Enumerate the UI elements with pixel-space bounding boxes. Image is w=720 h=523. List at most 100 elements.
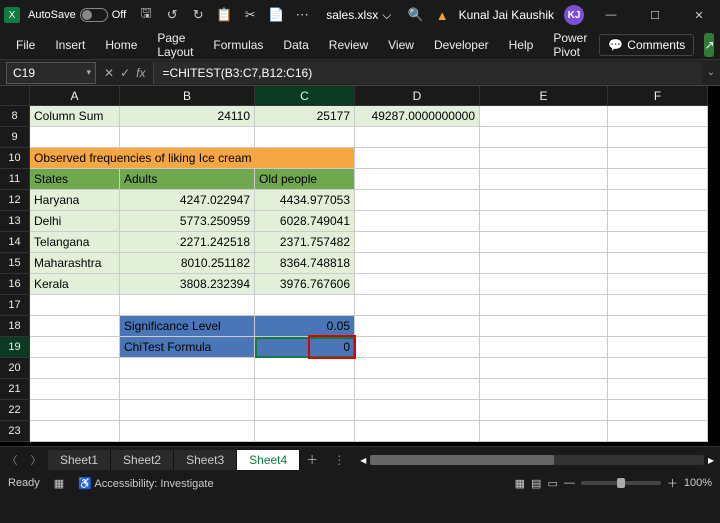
cell[interactable] (480, 295, 608, 316)
cell-selected[interactable]: 0 (255, 337, 355, 358)
col-header-d[interactable]: D (355, 86, 480, 106)
next-sheet-button[interactable]: 〉 (24, 452, 48, 468)
row-header[interactable]: 8 (0, 106, 30, 127)
cell[interactable] (608, 190, 708, 211)
cell[interactable] (355, 274, 480, 295)
cell[interactable] (480, 379, 608, 400)
cell[interactable] (480, 106, 608, 127)
row-header[interactable]: 18 (0, 316, 30, 337)
tab-help[interactable]: Help (501, 34, 542, 56)
cell[interactable] (120, 127, 255, 148)
cell[interactable] (608, 421, 708, 442)
cell[interactable] (480, 421, 608, 442)
fx-icon[interactable]: fx (136, 66, 145, 80)
cell[interactable] (255, 400, 355, 421)
tab-file[interactable]: File (8, 34, 43, 56)
cell[interactable] (608, 337, 708, 358)
cell[interactable] (608, 253, 708, 274)
sheet-tab-active[interactable]: Sheet4 (237, 450, 300, 470)
col-header-a[interactable]: A (30, 86, 120, 106)
row-header[interactable]: 17 (0, 295, 30, 316)
cell[interactable] (480, 169, 608, 190)
row-header[interactable]: 21 (0, 379, 30, 400)
cell[interactable]: 2371.757482 (255, 232, 355, 253)
cell[interactable]: Maharashtra (30, 253, 120, 274)
tab-formulas[interactable]: Formulas (205, 34, 271, 56)
more-icon[interactable]: ⋯ (292, 5, 312, 25)
cell[interactable] (355, 253, 480, 274)
cell-merged-title[interactable]: Observed frequencies of liking Ice cream (30, 148, 355, 169)
zoom-in-button[interactable]: ＋ (667, 475, 678, 491)
row-header[interactable]: 11 (0, 169, 30, 190)
col-header-b[interactable]: B (120, 86, 255, 106)
cell[interactable] (30, 337, 120, 358)
cell[interactable]: 3976.767606 (255, 274, 355, 295)
cell[interactable] (480, 274, 608, 295)
cell[interactable] (120, 421, 255, 442)
cell[interactable] (120, 295, 255, 316)
row-header[interactable]: 14 (0, 232, 30, 253)
warning-icon[interactable]: ▲ (436, 8, 449, 23)
cell[interactable]: Adults (120, 169, 255, 190)
cell[interactable] (608, 106, 708, 127)
formula-input[interactable]: =CHITEST(B3:C7,B12:C16) (153, 62, 702, 84)
cell[interactable] (480, 253, 608, 274)
cell[interactable] (355, 337, 480, 358)
col-header-f[interactable]: F (608, 86, 708, 106)
cell[interactable] (608, 169, 708, 190)
share-button[interactable]: ↗ (704, 33, 714, 57)
cell[interactable] (608, 211, 708, 232)
cell[interactable] (255, 127, 355, 148)
cell[interactable] (120, 400, 255, 421)
tab-power-pivot[interactable]: Power Pivot (545, 27, 595, 63)
row-header[interactable]: 12 (0, 190, 30, 211)
cell[interactable] (480, 148, 608, 169)
cell[interactable] (120, 379, 255, 400)
cell[interactable]: 0.05 (255, 316, 355, 337)
cell[interactable]: 4247.022947 (120, 190, 255, 211)
sheet-tab[interactable]: Sheet1 (48, 450, 111, 470)
cell[interactable] (480, 127, 608, 148)
cell[interactable]: 3808.232394 (120, 274, 255, 295)
tab-data[interactable]: Data (275, 34, 316, 56)
cell[interactable]: 2271.242518 (120, 232, 255, 253)
accessibility-status[interactable]: ♿ Accessibility: Investigate (78, 477, 213, 490)
cell[interactable]: 8010.251182 (120, 253, 255, 274)
zoom-level[interactable]: 100% (684, 477, 712, 489)
cell[interactable] (355, 316, 480, 337)
cell[interactable]: 49287.0000000000 (355, 106, 480, 127)
user-avatar[interactable]: KJ (564, 5, 584, 25)
row-header[interactable]: 20 (0, 358, 30, 379)
cell[interactable] (355, 190, 480, 211)
cell[interactable]: 6028.749041 (255, 211, 355, 232)
cell[interactable] (480, 232, 608, 253)
view-page-icon[interactable]: ▤ (531, 477, 541, 490)
stats-icon[interactable]: ▦ (54, 477, 64, 490)
cell[interactable] (255, 295, 355, 316)
row-header[interactable]: 19 (0, 337, 30, 358)
scroll-right-icon[interactable]: ▸ (708, 453, 714, 467)
redo-icon[interactable]: ↻ (188, 5, 208, 25)
cell[interactable] (355, 400, 480, 421)
paste-icon[interactable]: 📄 (266, 5, 286, 25)
cell[interactable] (30, 379, 120, 400)
cell[interactable] (255, 421, 355, 442)
tab-review[interactable]: Review (321, 34, 376, 56)
row-header[interactable]: 16 (0, 274, 30, 295)
cell[interactable] (608, 295, 708, 316)
cell[interactable]: Column Sum (30, 106, 120, 127)
view-normal-icon[interactable]: ▦ (515, 477, 525, 490)
cell[interactable]: ChiTest Formula (120, 337, 255, 358)
cell[interactable] (480, 400, 608, 421)
cell[interactable] (608, 232, 708, 253)
cell[interactable] (255, 379, 355, 400)
cell[interactable] (30, 358, 120, 379)
cell[interactable]: 4434.977053 (255, 190, 355, 211)
cell[interactable] (355, 127, 480, 148)
cell[interactable] (480, 211, 608, 232)
cell[interactable] (120, 358, 255, 379)
scroll-left-icon[interactable]: ◂ (360, 453, 366, 467)
comments-button[interactable]: 💬 Comments (599, 34, 694, 56)
cancel-formula-icon[interactable]: ✕ (104, 66, 114, 80)
cell[interactable] (608, 127, 708, 148)
